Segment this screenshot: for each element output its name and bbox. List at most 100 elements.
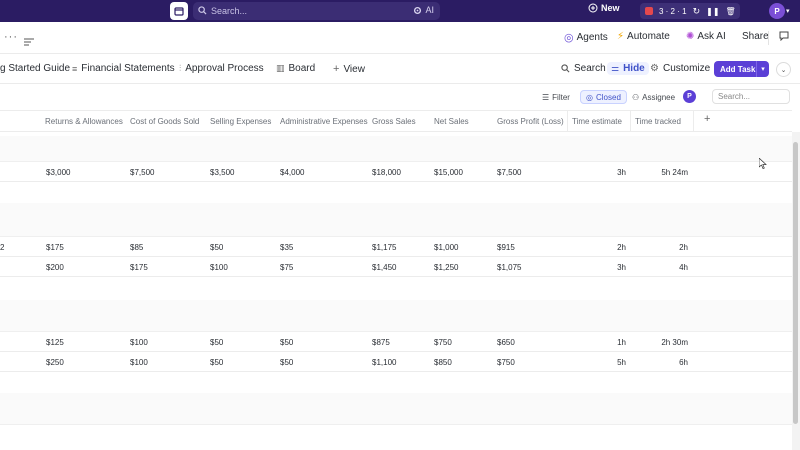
search-icon <box>198 6 207 17</box>
page-toolbar: ··· ◎ Agents ⚡ Automate ✺ Ask AI Share <box>0 22 800 54</box>
cell-time-estimate[interactable]: 1h <box>567 338 626 347</box>
share-button[interactable]: Share <box>742 31 769 42</box>
cell-selling[interactable]: $50 <box>210 338 223 347</box>
col-gross-sales[interactable]: Gross Sales <box>372 117 416 126</box>
table-row[interactable]: $200 $175 $100 $75 $1,450 $1,250 $1,075 … <box>0 258 792 277</box>
cell-gross-profit[interactable]: $915 <box>497 243 515 252</box>
view-tabs-bar: g Started Guide ≡ Financial Statements ⫶… <box>0 54 800 84</box>
cell-selling[interactable]: $3,500 <box>210 168 234 177</box>
cell-time-tracked[interactable]: 2h <box>630 243 688 252</box>
cell-returns[interactable]: $250 <box>46 358 64 367</box>
col-net-sales[interactable]: Net Sales <box>434 117 469 126</box>
cell-cogs[interactable]: $175 <box>130 263 148 272</box>
global-search-input[interactable]: Search... AI <box>193 2 440 20</box>
col-selling-expenses[interactable]: Selling Expenses <box>210 117 271 126</box>
cell-admin[interactable]: $4,000 <box>280 168 304 177</box>
chevron-down-icon[interactable]: ▾ <box>756 61 769 77</box>
align-lines-icon[interactable] <box>24 33 34 51</box>
table-row[interactable]: 2 $175 $85 $50 $35 $1,175 $1,000 $915 2h… <box>0 238 792 257</box>
ask-ai-button[interactable]: ✺ Ask AI <box>686 31 726 42</box>
tab-board[interactable]: ▥ Board <box>276 63 315 74</box>
cell-selling[interactable]: $50 <box>210 243 223 252</box>
cell-gross-sales[interactable]: $1,175 <box>372 243 396 252</box>
cell-time-estimate[interactable]: 3h <box>567 263 626 272</box>
cell-gross-profit[interactable]: $1,075 <box>497 263 521 272</box>
cell-cogs[interactable]: $100 <box>130 358 148 367</box>
hide-button[interactable]: ⚌ Hide <box>607 62 649 75</box>
tab-getting-started[interactable]: g Started Guide <box>0 63 70 74</box>
col-gross-profit[interactable]: Gross Profit (Loss) <box>497 117 564 126</box>
view-search-button[interactable]: Search <box>561 63 606 74</box>
restart-icon[interactable]: ↻ <box>693 6 701 17</box>
filter-button[interactable]: ☰ Filter <box>542 90 570 104</box>
closed-filter-chip[interactable]: ◎ Closed <box>580 90 627 104</box>
col-time-estimate[interactable]: Time estimate <box>572 117 622 126</box>
cell-returns[interactable]: $175 <box>46 243 64 252</box>
recording-widget[interactable]: 3 · 2 · 1 ↻ ❚❚ 🗑 <box>640 3 740 19</box>
table-row[interactable]: $125 $100 $50 $50 $875 $750 $650 1h 2h 3… <box>0 333 792 352</box>
new-button[interactable]: New <box>588 3 620 13</box>
cell-selling[interactable]: $100 <box>210 263 228 272</box>
check-circle-icon: ◎ <box>586 92 593 102</box>
add-task-button[interactable]: Add Task ▾ <box>714 61 769 77</box>
collapse-icon[interactable]: ⌄ <box>776 62 791 77</box>
cell-net-sales[interactable]: $1,250 <box>434 263 458 272</box>
agents-button[interactable]: ◎ Agents <box>564 31 608 44</box>
cell-admin[interactable]: $50 <box>280 358 293 367</box>
cell-net-sales[interactable]: $850 <box>434 358 452 367</box>
calendar-icon[interactable] <box>170 2 188 20</box>
scrollbar-thumb[interactable] <box>793 142 798 424</box>
table-row[interactable]: $250 $100 $50 $50 $1,100 $850 $750 5h 6h <box>0 353 792 372</box>
customize-button[interactable]: ⚙ Customize <box>650 63 710 74</box>
cell-cogs[interactable]: $7,500 <box>130 168 154 177</box>
cell-admin[interactable]: $35 <box>280 243 293 252</box>
cell-gross-profit[interactable]: $750 <box>497 358 515 367</box>
assignee-avatar[interactable]: P <box>683 90 696 103</box>
cell-gross-sales[interactable]: $1,100 <box>372 358 396 367</box>
cell-admin[interactable]: $50 <box>280 338 293 347</box>
cell-returns[interactable]: $125 <box>46 338 64 347</box>
tab-financial-statements[interactable]: ≡ Financial Statements <box>72 63 175 74</box>
user-icon: ⚇ <box>632 92 640 102</box>
ai-search-button[interactable]: AI <box>413 5 434 15</box>
col-returns-allowances[interactable]: Returns & Allowances <box>45 117 123 126</box>
comment-button[interactable] <box>779 31 789 44</box>
assignee-filter-button[interactable]: ⚇ Assignee <box>632 90 675 104</box>
cell-time-tracked[interactable]: 5h 24m <box>630 168 688 177</box>
tab-approval-process[interactable]: ⫶ Approval Process <box>179 63 264 74</box>
cell-net-sales[interactable]: $15,000 <box>434 168 463 177</box>
cell-net-sales[interactable]: $750 <box>434 338 452 347</box>
cell-time-tracked[interactable]: 2h 30m <box>630 338 688 347</box>
cell-time-estimate[interactable]: 2h <box>567 243 626 252</box>
user-avatar[interactable]: P <box>769 3 785 19</box>
cell-time-tracked[interactable]: 6h <box>630 358 688 367</box>
cell-cogs[interactable]: $100 <box>130 338 148 347</box>
cell-cogs[interactable]: $85 <box>130 243 143 252</box>
col-time-tracked[interactable]: Time tracked <box>635 117 681 126</box>
cell-gross-sales[interactable]: $18,000 <box>372 168 401 177</box>
cell-time-estimate[interactable]: 3h <box>567 168 626 177</box>
col-cost-of-goods-sold[interactable]: Cost of Goods Sold <box>130 117 199 126</box>
trash-icon[interactable]: 🗑 <box>726 7 736 16</box>
cell-time-tracked[interactable]: 4h <box>630 263 688 272</box>
cell-gross-profit[interactable]: $7,500 <box>497 168 521 177</box>
cell-admin[interactable]: $75 <box>280 263 293 272</box>
col-administrative-expenses[interactable]: Administrative Expenses <box>280 117 368 126</box>
cell-returns[interactable]: $3,000 <box>46 168 70 177</box>
agents-label: Agents <box>576 32 608 43</box>
add-column-button[interactable]: + <box>704 113 710 125</box>
table-search-input[interactable]: Search... <box>712 89 790 104</box>
cell-selling[interactable]: $50 <box>210 358 223 367</box>
add-view-button[interactable]: + View <box>333 63 365 75</box>
cell-returns[interactable]: $200 <box>46 263 64 272</box>
cell-gross-profit[interactable]: $650 <box>497 338 515 347</box>
cell-net-sales[interactable]: $1,000 <box>434 243 458 252</box>
pause-icon[interactable]: ❚❚ <box>706 7 719 16</box>
cell-gross-sales[interactable]: $1,450 <box>372 263 396 272</box>
cell-time-estimate[interactable]: 5h <box>567 358 626 367</box>
more-options-icon[interactable]: ··· <box>4 31 18 43</box>
cell-gross-sales[interactable]: $875 <box>372 338 390 347</box>
table-row[interactable]: $3,000 $7,500 $3,500 $4,000 $18,000 $15,… <box>0 163 792 182</box>
chevron-down-icon[interactable]: ▾ <box>786 7 790 15</box>
automate-button[interactable]: ⚡ Automate <box>617 31 670 42</box>
